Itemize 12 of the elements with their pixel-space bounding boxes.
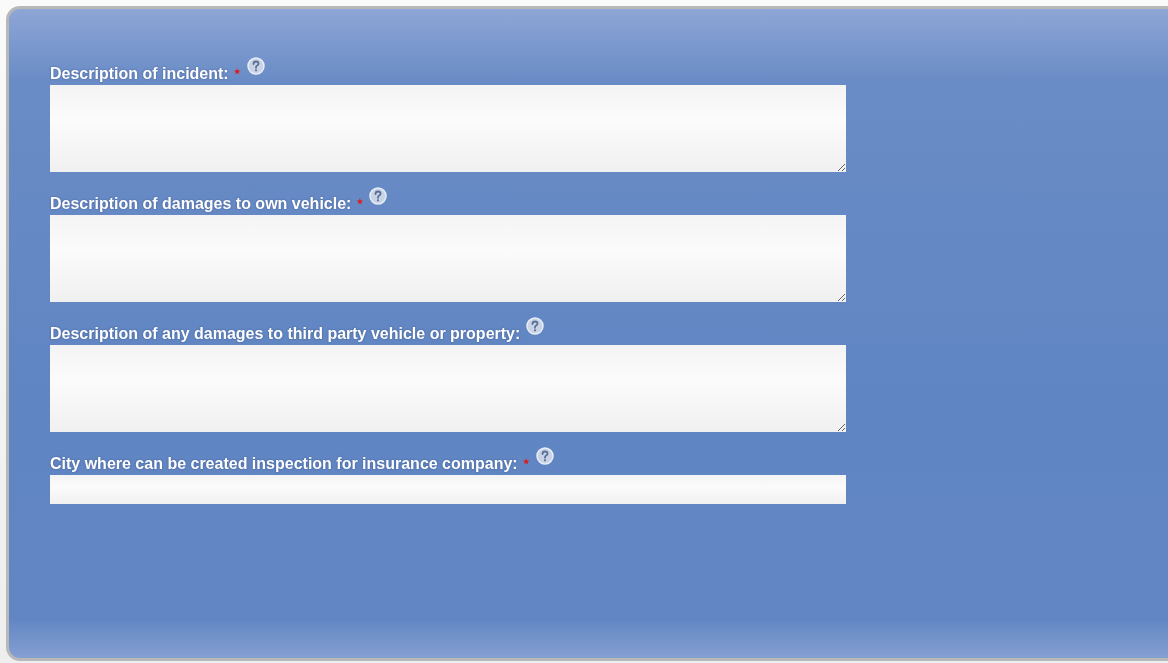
field-label: Description of incident: xyxy=(50,64,229,84)
field-label: City where can be created inspection for insurance company: xyxy=(50,454,518,474)
description-field[interactable] xyxy=(50,85,846,172)
description-field[interactable] xyxy=(50,345,846,432)
field-label: Description of damages to own vehicle: xyxy=(50,194,352,214)
field-label: Description of any damages to third party vehicle or property: xyxy=(50,324,521,344)
help-icon[interactable] xyxy=(526,317,545,335)
city-field[interactable] xyxy=(50,475,846,504)
help-icon[interactable] xyxy=(369,187,388,205)
description-field[interactable] xyxy=(50,215,846,302)
help-icon[interactable] xyxy=(246,57,265,75)
help-icon[interactable] xyxy=(535,447,554,465)
